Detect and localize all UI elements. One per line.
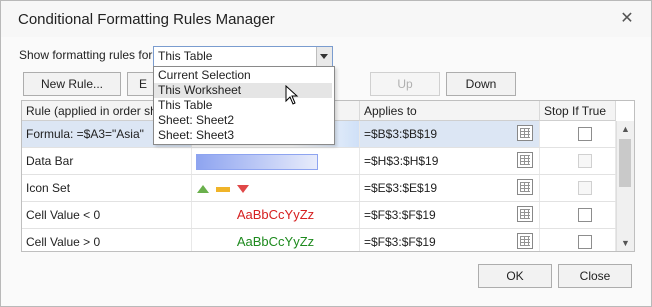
table-row[interactable]: Data Bar =$H$3:$H$19 <box>22 148 616 175</box>
format-preview <box>192 175 360 201</box>
header-stop-if-true[interactable]: Stop If True <box>540 101 616 121</box>
stop-if-true-checkbox[interactable] <box>578 235 592 249</box>
range-picker-icon[interactable] <box>517 152 533 168</box>
applies-to-text[interactable]: =$F$3:$F$19 <box>364 208 436 222</box>
header-applies-to[interactable]: Applies to <box>360 101 540 121</box>
rule-cell: Cell Value > 0 <box>22 229 192 251</box>
stop-if-true-checkbox[interactable] <box>578 154 592 168</box>
stop-cell <box>540 202 616 228</box>
format-preview: AaBbCcYyZz <box>192 229 360 251</box>
table-row[interactable]: Icon Set =$E$3:$E$19 <box>22 175 616 202</box>
new-rule-button[interactable]: New Rule... <box>23 72 121 96</box>
ok-button[interactable]: OK <box>478 264 552 288</box>
applies-cell[interactable]: =$H$3:$H$19 <box>360 148 540 174</box>
show-rules-combo[interactable]: This Table <box>153 46 333 67</box>
dropdown-arrow-icon[interactable] <box>316 47 332 66</box>
close-icon[interactable]: ✕ <box>617 9 637 29</box>
dropdown-option[interactable]: Sheet: Sheet2 <box>154 113 332 128</box>
stop-cell <box>540 148 616 174</box>
table-row[interactable]: Cell Value < 0 AaBbCcYyZz =$F$3:$F$19 <box>22 202 616 229</box>
range-picker-icon[interactable] <box>517 233 533 249</box>
show-rules-label: Show formatting rules for: <box>19 48 156 62</box>
applies-to-text[interactable]: =$E$3:$E$19 <box>364 181 437 195</box>
rule-cell: Cell Value < 0 <box>22 202 192 228</box>
dropdown-option[interactable]: Sheet: Sheet3 <box>154 128 332 143</box>
down-triangle-icon <box>237 185 249 193</box>
data-bar-preview <box>196 154 318 170</box>
applies-to-text[interactable]: =$F$3:$F$19 <box>364 235 436 249</box>
stop-cell <box>540 175 616 201</box>
stop-if-true-checkbox[interactable] <box>578 127 592 141</box>
range-picker-icon[interactable] <box>517 206 533 222</box>
chevron-up-icon[interactable]: ▲ <box>617 121 634 137</box>
preview-text: AaBbCcYyZz <box>236 207 315 222</box>
rule-cell: Icon Set <box>22 175 192 201</box>
table-row[interactable]: Cell Value > 0 AaBbCcYyZz =$F$3:$F$19 <box>22 229 616 251</box>
up-triangle-icon <box>197 185 209 193</box>
applies-cell[interactable]: =$B$3:$B$19 <box>360 121 540 147</box>
applies-cell[interactable]: =$F$3:$F$19 <box>360 229 540 251</box>
mouse-pointer-icon <box>285 85 299 105</box>
icon-set-preview <box>197 185 249 193</box>
format-preview <box>192 148 360 174</box>
applies-cell[interactable]: =$E$3:$E$19 <box>360 175 540 201</box>
preview-text: AaBbCcYyZz <box>236 234 315 249</box>
show-rules-value: This Table <box>158 49 213 63</box>
stop-cell <box>540 229 616 251</box>
applies-to-text[interactable]: =$B$3:$B$19 <box>364 127 437 141</box>
rule-cell: Data Bar <box>22 148 192 174</box>
dropdown-option[interactable]: This Table <box>154 98 332 113</box>
range-picker-icon[interactable] <box>517 179 533 195</box>
close-button[interactable]: Close <box>558 264 632 288</box>
rules-manager-dialog: Conditional Formatting Rules Manager ✕ S… <box>0 0 652 307</box>
applies-to-text[interactable]: =$H$3:$H$19 <box>364 154 438 168</box>
title-bar: Conditional Formatting Rules Manager ✕ <box>1 1 651 37</box>
flat-dash-icon <box>216 187 230 192</box>
scroll-thumb[interactable] <box>619 139 631 187</box>
dropdown-option[interactable]: Current Selection <box>154 68 332 83</box>
stop-if-true-checkbox[interactable] <box>578 181 592 195</box>
dialog-title: Conditional Formatting Rules Manager <box>18 11 275 28</box>
stop-cell <box>540 121 616 147</box>
chevron-down-icon[interactable]: ▼ <box>617 235 634 251</box>
range-picker-icon[interactable] <box>517 125 533 141</box>
stop-if-true-checkbox[interactable] <box>578 208 592 222</box>
format-preview: AaBbCcYyZz <box>192 202 360 228</box>
vertical-scrollbar[interactable]: ▲ ▼ <box>616 121 634 251</box>
show-rules-dropdown-list: Current Selection This Worksheet This Ta… <box>153 66 335 145</box>
applies-cell[interactable]: =$F$3:$F$19 <box>360 202 540 228</box>
down-button[interactable]: Down <box>446 72 516 96</box>
up-button[interactable]: Up <box>370 72 440 96</box>
dropdown-option[interactable]: This Worksheet <box>154 83 332 98</box>
